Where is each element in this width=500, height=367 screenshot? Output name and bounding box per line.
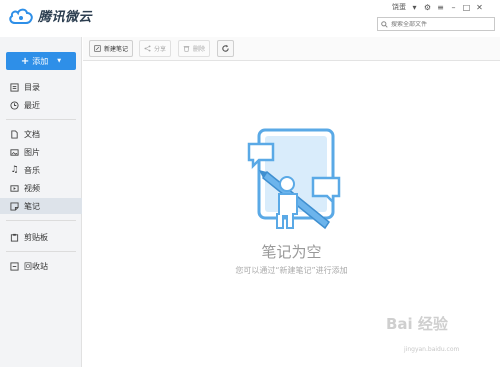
music-icon: ♫ <box>10 165 19 175</box>
clock-icon <box>10 100 19 110</box>
search-input[interactable] <box>391 20 491 28</box>
delete-label: 删除 <box>193 46 206 53</box>
sidebar-divider <box>6 119 76 120</box>
sidebar-item-label: 音乐 <box>24 165 40 175</box>
search-icon <box>381 20 388 28</box>
logo-text: 腾讯微云 <box>38 10 93 25</box>
toolbar: 新建笔记 分享 删除 <box>83 37 500 61</box>
share-icon <box>144 45 151 52</box>
plus-icon: + <box>20 55 30 67</box>
empty-state-hint: 您可以通过“新建笔记”进行添加 <box>235 266 348 275</box>
refresh-button[interactable] <box>217 40 234 57</box>
catalog-icon <box>10 82 19 92</box>
sidebar: + 添加 ▼ 目录 最近 文档 图片 ♫ 音乐 视频 笔记 剪贴板 回收站 <box>0 37 82 367</box>
sidebar-item-documents[interactable]: 文档 <box>0 126 82 142</box>
sidebar-divider <box>6 251 76 252</box>
trash-icon <box>10 261 19 271</box>
empty-notes-illustration <box>247 128 341 230</box>
delete-button[interactable]: 删除 <box>178 40 211 57</box>
app-logo: 腾讯微云 <box>8 6 92 25</box>
sidebar-item-label: 回收站 <box>24 261 48 271</box>
chevron-down-icon[interactable]: ▾ <box>410 3 419 12</box>
sidebar-item-images[interactable]: 图片 <box>0 144 82 160</box>
sidebar-item-recycle-bin[interactable]: 回收站 <box>0 258 82 274</box>
empty-state-title: 笔记为空 <box>261 243 322 261</box>
watermark: Bai 经验 <box>386 315 448 333</box>
caret-down-icon: ▼ <box>57 58 62 64</box>
new-note-icon <box>94 45 101 52</box>
top-bar: 腾讯微云 饶蛋 ▾ ⚙ ≡ – □ ✕ <box>0 0 500 37</box>
watermark-url: jingyan.baidu.com <box>404 346 460 353</box>
sidebar-item-label: 剪贴板 <box>24 232 48 242</box>
note-icon <box>10 201 19 211</box>
sidebar-divider <box>6 220 76 221</box>
sidebar-item-notes[interactable]: 笔记 <box>0 198 82 214</box>
image-icon <box>10 148 19 157</box>
cloud-logo-icon <box>9 8 33 24</box>
sidebar-item-label: 视频 <box>24 183 40 193</box>
minimize-icon[interactable]: – <box>449 3 458 12</box>
add-button-label: 添加 <box>32 56 49 66</box>
sidebar-item-music[interactable]: ♫ 音乐 <box>0 162 82 178</box>
clipboard-icon <box>10 233 19 242</box>
share-button[interactable]: 分享 <box>139 40 172 57</box>
sidebar-item-catalog[interactable]: 目录 <box>0 79 82 95</box>
sidebar-item-label: 文档 <box>24 129 40 139</box>
sidebar-item-label: 目录 <box>24 82 40 92</box>
share-label: 分享 <box>154 46 167 53</box>
maximize-icon[interactable]: □ <box>462 3 471 12</box>
video-icon <box>10 184 19 193</box>
add-button[interactable]: + 添加 ▼ <box>6 52 76 70</box>
trash-icon <box>183 46 190 52</box>
new-note-button[interactable]: 新建笔记 <box>89 40 134 57</box>
sidebar-item-clipboard[interactable]: 剪贴板 <box>0 229 82 245</box>
gear-icon[interactable]: ⚙ <box>423 3 432 12</box>
menu-icon[interactable]: ≡ <box>436 3 445 12</box>
sidebar-item-label: 笔记 <box>24 201 40 211</box>
sidebar-item-recent[interactable]: 最近 <box>0 97 82 113</box>
search-box[interactable] <box>377 17 495 31</box>
sidebar-item-video[interactable]: 视频 <box>0 180 82 196</box>
refresh-icon <box>222 44 229 52</box>
sidebar-item-label: 最近 <box>24 100 40 110</box>
new-note-label: 新建笔记 <box>104 46 129 53</box>
close-icon[interactable]: ✕ <box>475 3 484 12</box>
document-icon <box>10 129 19 139</box>
sidebar-item-label: 图片 <box>24 147 40 157</box>
user-name[interactable]: 饶蛋 <box>392 2 406 12</box>
window-controls: 饶蛋 ▾ ⚙ ≡ – □ ✕ <box>392 2 484 12</box>
